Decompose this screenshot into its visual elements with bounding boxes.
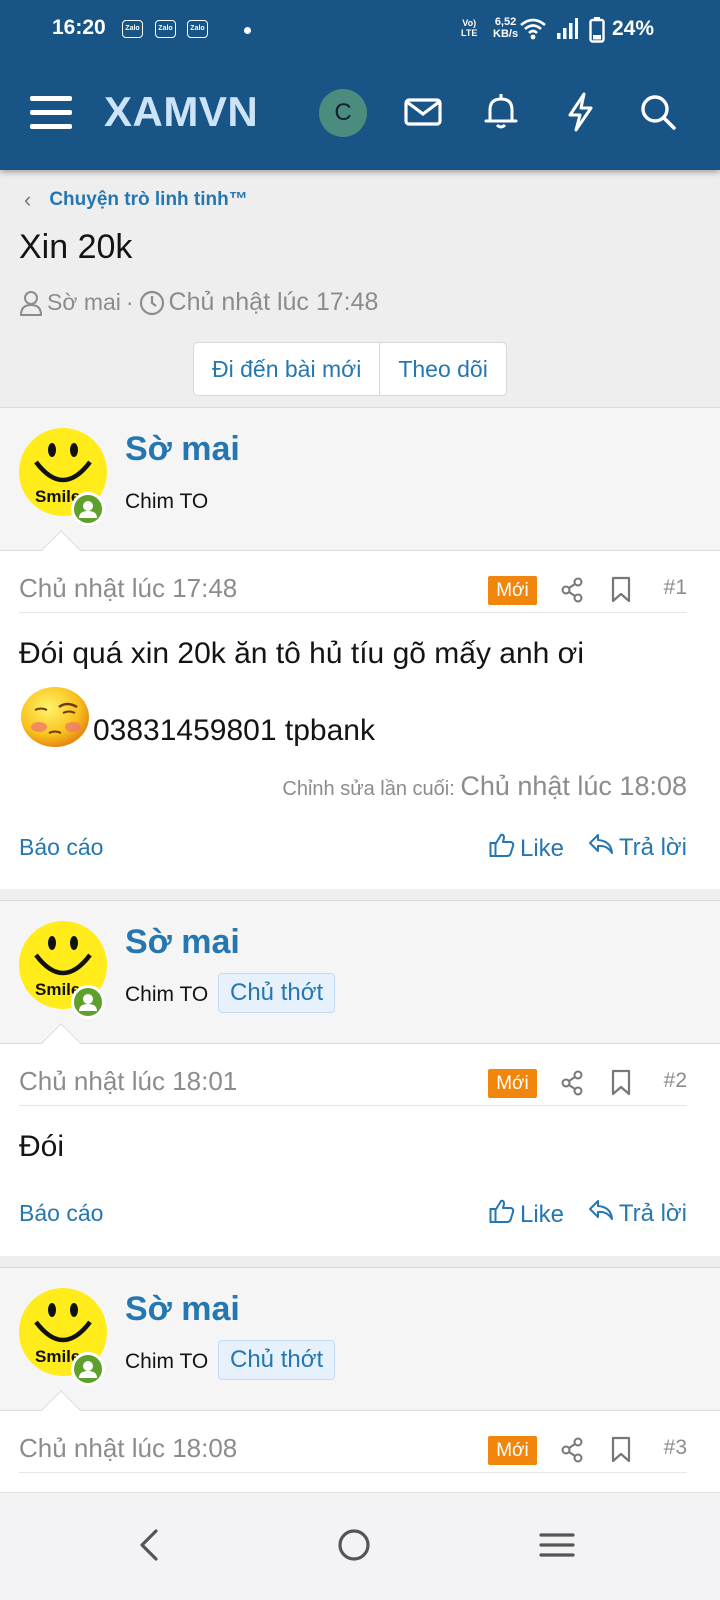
post-user-block: Smile Sờ mai Chim TO Chủ thớt: [0, 1268, 720, 1430]
divider: [19, 1105, 687, 1106]
post: Smile Sờ mai Chim TO Chủ thớt Chủ nhật lúc 1…: [0, 900, 720, 1256]
signal-icon: [557, 18, 578, 39]
thumbs-up-icon: [489, 832, 520, 865]
divider: [19, 1472, 687, 1473]
post-date[interactable]: Chủ nhật lúc 17:48: [19, 573, 237, 604]
meta-separator: ·: [125, 289, 134, 315]
new-badge: Mới: [488, 1436, 537, 1465]
bell-icon[interactable]: [481, 90, 521, 134]
thread-starter-badge: Chủ thớt: [218, 1340, 336, 1380]
post-number[interactable]: #3: [664, 1436, 687, 1460]
zalo-notification-icon: Zalo: [122, 20, 143, 38]
volte-indicator: Vo) LTE: [461, 18, 478, 38]
reply-label: Trả lời: [618, 833, 687, 861]
post-text: Đói quá xin 20k ăn tô hủ tíu gõ mấy anh …: [19, 637, 585, 670]
recents-icon[interactable]: [535, 1523, 579, 1567]
thread-date[interactable]: Chủ nhật lúc 17:48: [169, 288, 379, 317]
status-bar: 16:20 Zalo Zalo Zalo Vo) LTE 6,52 KB/s 2…: [0, 0, 720, 62]
envelope-icon[interactable]: [403, 90, 443, 134]
user-icon: [19, 290, 43, 316]
thread-starter-badge: Chủ thớt: [218, 973, 336, 1013]
more-notifications-dot: [244, 27, 251, 34]
post-username[interactable]: Sờ mai: [125, 1290, 240, 1329]
report-button[interactable]: Báo cáo: [19, 834, 103, 861]
post-number[interactable]: #1: [664, 576, 687, 600]
post-username[interactable]: Sờ mai: [125, 923, 240, 962]
post-number[interactable]: #2: [664, 1069, 687, 1093]
lightning-icon[interactable]: [560, 90, 600, 134]
like-button[interactable]: Like: [489, 832, 564, 865]
home-icon[interactable]: [332, 1523, 376, 1567]
post-user-title: Chim TO: [125, 1350, 209, 1373]
thumbs-up-icon: [489, 1198, 520, 1231]
search-icon[interactable]: [638, 90, 678, 134]
post-text: Đói: [19, 1130, 65, 1163]
zalo-notification-icon: Zalo: [187, 20, 208, 38]
clock-icon: [139, 290, 164, 315]
thread-title: Xin 20k: [19, 228, 133, 266]
menu-button[interactable]: [30, 96, 72, 132]
online-status-icon: [71, 985, 105, 1019]
like-label: Like: [520, 1200, 565, 1228]
wifi-icon: [520, 18, 546, 40]
like-button[interactable]: Like: [489, 1198, 564, 1231]
online-status-icon: [71, 1352, 105, 1386]
like-label: Like: [520, 834, 565, 862]
top-bar: 16:20 Zalo Zalo Zalo Vo) LTE 6,52 KB/s 2…: [0, 0, 720, 170]
blushing-emoji: [21, 687, 89, 747]
post-date[interactable]: Chủ nhật lúc 18:01: [19, 1066, 237, 1097]
battery-percent: 24%: [612, 17, 655, 40]
user-avatar[interactable]: C: [319, 89, 367, 137]
status-time: 16:20: [52, 16, 106, 39]
goto-new-post-button[interactable]: Đi đến bài mới: [194, 343, 379, 395]
share-icon[interactable]: [560, 577, 584, 608]
back-icon[interactable]: [128, 1523, 172, 1567]
bookmark-icon[interactable]: [610, 1069, 632, 1102]
emoji-wrapper: [19, 685, 91, 754]
bookmark-icon[interactable]: [610, 1436, 632, 1469]
divider: [19, 612, 687, 613]
share-icon[interactable]: [560, 1070, 584, 1101]
post-text-account: 03831459801 tpbank: [93, 714, 375, 747]
post-body: Chủ nhật lúc 18:01 Mới #2 Đói Báo cáo Like Trả…: [0, 1044, 720, 1256]
online-status-icon: [71, 492, 105, 526]
last-edited: Chỉnh sửa lần cuối: Chủ nhật lúc 18:08: [282, 771, 687, 802]
post-user-block: Smile Sờ mai Chim TO Chủ thớt: [0, 901, 720, 1063]
edited-label: Chỉnh sửa lần cuối:: [282, 778, 455, 800]
battery-icon: [589, 17, 605, 43]
thread-actions: Đi đến bài mới Theo dõi: [193, 342, 507, 396]
network-speed: 6,52 KB/s: [493, 16, 519, 40]
post-username[interactable]: Sờ mai: [125, 430, 240, 469]
system-nav-bar: [0, 1492, 720, 1600]
share-icon[interactable]: [560, 1437, 584, 1468]
bookmark-icon[interactable]: [610, 576, 632, 609]
reply-button[interactable]: Trả lời: [588, 832, 687, 863]
reply-label: Trả lời: [618, 1199, 687, 1227]
post: Smile Sờ mai Chim TO Chủ thớt Chủ nhật lúc 1…: [0, 1267, 720, 1511]
follow-button[interactable]: Theo dõi: [379, 343, 506, 395]
breadcrumb: ‹ Chuyện trò linh tinh™: [24, 186, 248, 214]
post-user-block: Smile Sờ mai Chim TO: [0, 408, 720, 570]
post-user-title: Chim TO: [125, 983, 209, 1006]
post: Smile Sờ mai Chim TO Chủ nhật lúc 17:48 Mới #…: [0, 407, 720, 889]
breadcrumb-link[interactable]: Chuyện trò linh tinh™: [49, 189, 247, 211]
chevron-left-icon[interactable]: ‹: [24, 187, 31, 213]
reply-button[interactable]: Trả lời: [588, 1198, 687, 1229]
post-user-title: Chim TO: [125, 490, 209, 513]
post-body: Chủ nhật lúc 17:48 Mới #1 Đói quá xin 20k ă…: [0, 551, 720, 889]
report-button[interactable]: Báo cáo: [19, 1200, 103, 1227]
new-badge: Mới: [488, 576, 537, 605]
edited-date[interactable]: Chủ nhật lúc 18:08: [460, 771, 687, 801]
site-logo[interactable]: XAMVN: [104, 88, 258, 136]
site-header: XAMVN C: [0, 62, 720, 170]
thread-author[interactable]: Sờ mai: [47, 289, 121, 316]
reply-icon: [588, 832, 619, 863]
new-badge: Mới: [488, 1069, 537, 1098]
zalo-notification-icon: Zalo: [155, 20, 176, 38]
post-date[interactable]: Chủ nhật lúc 18:08: [19, 1433, 237, 1464]
reply-icon: [588, 1198, 619, 1229]
thread-meta: Sờ mai · Chủ nhật lúc 17:48: [19, 288, 378, 317]
